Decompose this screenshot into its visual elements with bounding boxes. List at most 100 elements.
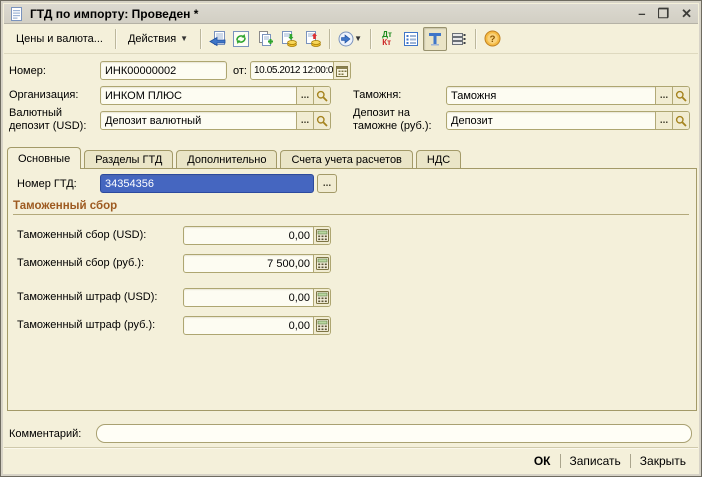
- refresh-icon: [233, 31, 249, 47]
- search-icon: [316, 90, 328, 102]
- tab-dopolnitelno[interactable]: Дополнительно: [176, 150, 277, 169]
- post-icon: [281, 31, 297, 47]
- reread-button[interactable]: [205, 27, 229, 51]
- document-window: ГТД по импорту: Проведен * – ❐ ✕ Цены и …: [0, 0, 702, 477]
- post-button[interactable]: [277, 27, 301, 51]
- calculator-button[interactable]: [313, 317, 330, 334]
- fine-usd-input[interactable]: 0,00: [183, 288, 331, 307]
- calculator-icon: [316, 291, 329, 304]
- fee-rub-input[interactable]: 7 500,00: [183, 254, 331, 273]
- customs-deposit-label: Депозит на таможне (руб.):: [353, 107, 449, 133]
- header-toggle-icon: [427, 31, 443, 47]
- help-icon: ?: [484, 30, 501, 47]
- refresh-button[interactable]: [229, 27, 253, 51]
- write-button[interactable]: Записать: [561, 451, 630, 471]
- search-icon: [316, 115, 328, 127]
- maximize-button[interactable]: ❐: [657, 8, 669, 20]
- gtd-number-label: Номер ГТД:: [17, 178, 77, 191]
- calculator-icon: [316, 319, 329, 332]
- document-icon: [10, 7, 24, 21]
- organization-input[interactable]: ИНКОМ ПЛЮС ...: [100, 86, 331, 105]
- close-form-button[interactable]: Закрыть: [631, 451, 695, 471]
- group-title: Таможенный сбор: [13, 200, 117, 212]
- customs-label: Таможня:: [353, 89, 401, 102]
- goto-icon: [338, 31, 354, 47]
- titlebar: ГТД по импорту: Проведен * – ❐ ✕: [4, 4, 698, 24]
- customs-deposit-input[interactable]: Депозит ...: [446, 111, 690, 130]
- search-icon: [675, 115, 687, 127]
- lookup-button[interactable]: [313, 112, 330, 129]
- actions-menu-button[interactable]: Действия ▼: [120, 28, 196, 50]
- reread-icon: [209, 31, 226, 47]
- currency-deposit-label: Валютный депозит (USD):: [9, 107, 99, 133]
- number-label: Номер:: [9, 65, 46, 78]
- comment-label: Комментарий:: [9, 428, 81, 441]
- tab-nds[interactable]: НДС: [416, 150, 461, 169]
- gtd-number-ellipsis-button[interactable]: ...: [317, 174, 337, 193]
- toolbar-separator: [329, 29, 330, 49]
- postings-list-button[interactable]: [399, 27, 423, 51]
- unpost-icon: [305, 31, 321, 47]
- ellipsis-button[interactable]: ...: [655, 87, 672, 104]
- prices-currency-button[interactable]: Цены и валюта...: [8, 28, 111, 50]
- fine-usd-label: Таможенный штраф (USD):: [17, 291, 157, 304]
- fee-rub-label: Таможенный сбор (руб.):: [17, 257, 144, 270]
- currency-deposit-input[interactable]: Депозит валютный ...: [100, 111, 331, 130]
- dt-kt-button[interactable]: ДтКт: [375, 27, 399, 51]
- window-controls: – ❐ ✕: [638, 8, 692, 20]
- ellipsis-button[interactable]: ...: [296, 112, 313, 129]
- number-input[interactable]: ИНК00000002: [100, 61, 227, 80]
- chevron-down-icon: ▼: [354, 34, 362, 43]
- toolbar-separator: [200, 29, 201, 49]
- lookup-button[interactable]: [672, 87, 689, 104]
- window-title: ГТД по импорту: Проведен *: [30, 7, 198, 21]
- close-button[interactable]: ✕: [681, 8, 692, 20]
- ellipsis-button[interactable]: ...: [296, 87, 313, 104]
- header-toggle-button[interactable]: [423, 27, 447, 51]
- dt-kt-icon: ДтКт: [382, 31, 392, 47]
- footer-divider: [4, 447, 698, 448]
- tab-osnovnye[interactable]: Основные: [7, 147, 81, 169]
- unpost-button[interactable]: [301, 27, 325, 51]
- fee-usd-label: Таможенный сбор (USD):: [17, 229, 146, 242]
- calculator-button[interactable]: [313, 289, 330, 306]
- calendar-icon: [336, 65, 348, 77]
- copy-icon: [257, 31, 273, 47]
- organization-label: Организация:: [9, 89, 78, 102]
- toolbar-separator: [115, 29, 116, 49]
- customs-fee-group-header: Таможенный сбор: [13, 200, 689, 215]
- date-input[interactable]: 10.05.2012 12:00:02: [250, 61, 351, 80]
- chevron-down-icon: ▼: [180, 34, 188, 43]
- calculator-icon: [316, 229, 329, 242]
- goto-button[interactable]: ▼: [334, 27, 366, 51]
- sections-icon: [451, 31, 467, 47]
- fine-rub-input[interactable]: 0,00: [183, 316, 331, 335]
- help-button[interactable]: ?: [480, 27, 504, 51]
- date-label: от:: [233, 65, 247, 78]
- sections-button[interactable]: [447, 27, 471, 51]
- lookup-button[interactable]: [313, 87, 330, 104]
- svg-text:?: ?: [489, 34, 495, 45]
- copy-button[interactable]: [253, 27, 277, 51]
- toolbar-separator: [475, 29, 476, 49]
- customs-input[interactable]: Таможня ...: [446, 86, 690, 105]
- calendar-button[interactable]: [333, 62, 350, 79]
- ok-button[interactable]: ОК: [525, 451, 560, 471]
- tab-strip: Основные Разделы ГТД Дополнительно Счета…: [7, 147, 461, 169]
- calculator-button[interactable]: [313, 255, 330, 272]
- calculator-button[interactable]: [313, 227, 330, 244]
- toolbar-separator: [370, 29, 371, 49]
- tab-scheta-ucheta[interactable]: Счета учета расчетов: [280, 150, 412, 169]
- toolbar: Цены и валюта... Действия ▼: [4, 24, 698, 54]
- calculator-icon: [316, 257, 329, 270]
- fine-rub-label: Таможенный штраф (руб.):: [17, 319, 155, 332]
- comment-input[interactable]: [96, 424, 692, 443]
- lookup-button[interactable]: [672, 112, 689, 129]
- postings-list-icon: [403, 31, 419, 47]
- search-icon: [675, 90, 687, 102]
- gtd-number-input[interactable]: 34354356: [100, 174, 314, 193]
- fee-usd-input[interactable]: 0,00: [183, 226, 331, 245]
- minimize-button[interactable]: –: [638, 8, 645, 20]
- tab-razdely-gtd[interactable]: Разделы ГТД: [84, 150, 173, 169]
- ellipsis-button[interactable]: ...: [655, 112, 672, 129]
